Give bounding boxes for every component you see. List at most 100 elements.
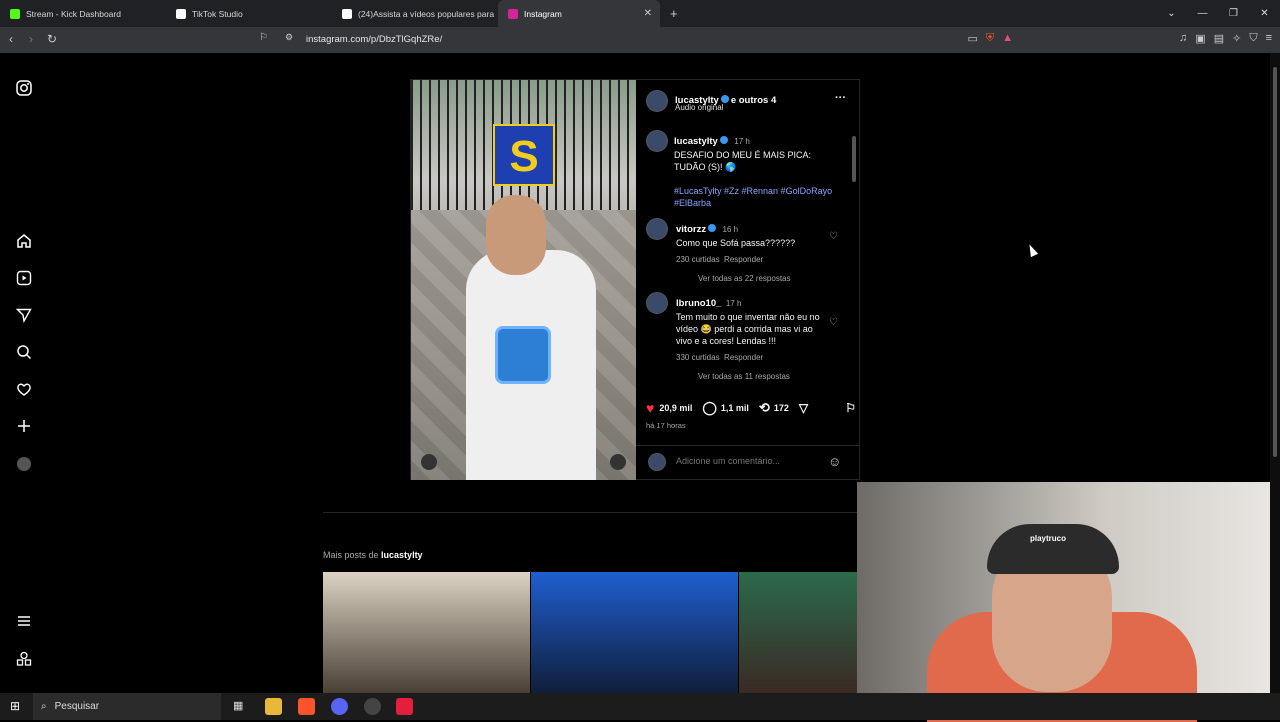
view-replies[interactable]: Ver todas as 22 respostas: [676, 274, 826, 283]
task-view-icon[interactable]: ▦: [233, 699, 243, 712]
more-posts-user[interactable]: lucastylty: [381, 550, 423, 560]
comments-count[interactable]: 1,1 mil: [721, 403, 749, 413]
person-head: [486, 195, 546, 275]
direct-messages-icon[interactable]: [13, 304, 35, 326]
comment-avatar[interactable]: [646, 292, 668, 314]
comment-username[interactable]: lbruno10_: [676, 298, 721, 309]
obs-icon[interactable]: [364, 698, 381, 715]
share-icon[interactable]: ▽: [799, 401, 808, 415]
post-modal: S lucastylty e outros 4 Áudio original ··…: [410, 79, 860, 480]
more-posts-grid: [323, 572, 857, 693]
menu-icon[interactable]: ≡: [1266, 32, 1272, 45]
vpn-icon[interactable]: ⛉: [1249, 32, 1257, 45]
grid-post[interactable]: [323, 572, 530, 693]
wallet-icon[interactable]: ▤: [1214, 32, 1224, 45]
caption-text: DESAFIO DO MEU É MAIS PICA: TUDÃO (S)! 🌎: [674, 150, 812, 172]
close-tab-icon[interactable]: ✕: [644, 8, 652, 19]
tab-tiktok-videos[interactable]: (24)Assista a vídeos populares para: [332, 0, 498, 27]
like-comment-icon[interactable]: ♡: [829, 231, 838, 242]
repost-icon[interactable]: ⟲: [759, 400, 770, 416]
page-scrollbar[interactable]: [1270, 53, 1280, 693]
tab-kick[interactable]: Stream - Kick Dashboard: [0, 0, 166, 27]
discord-icon[interactable]: [331, 698, 348, 715]
grid-post[interactable]: [739, 572, 857, 693]
instagram-logo-icon[interactable]: [13, 77, 35, 99]
chevron-down-icon[interactable]: ⌄: [1156, 8, 1187, 19]
reload-button[interactable]: ↻: [47, 32, 57, 46]
emoji-icon[interactable]: ☺: [828, 454, 841, 469]
comment-icon[interactable]: ◯: [702, 400, 717, 416]
home-icon[interactable]: [13, 230, 35, 252]
view-replies[interactable]: Ver todas as 11 respostas: [676, 372, 826, 381]
author-avatar[interactable]: [646, 90, 668, 112]
comments-scrollbar[interactable]: [850, 124, 858, 386]
tiktok-icon: [342, 8, 352, 19]
caption-avatar[interactable]: [646, 130, 668, 152]
leo-icon[interactable]: ✧: [1232, 32, 1241, 45]
minimize-button[interactable]: —: [1187, 8, 1218, 19]
close-window-button[interactable]: ✕: [1249, 8, 1280, 19]
caption: lucastylty 17 h DESAFIO DO MEU É MAIS PI…: [674, 131, 844, 209]
caption-hashtags[interactable]: #LucasTylty #Zz #Rennan #GolDoRayo #ElBa…: [674, 185, 844, 209]
instagram-icon: [508, 8, 518, 19]
likes-count[interactable]: 20,9 mil: [659, 403, 692, 413]
url-field[interactable]: instagram.com/p/DbzTlGqhZRe/: [306, 34, 442, 45]
also-from-meta-icon[interactable]: [13, 648, 35, 670]
site-info-icon[interactable]: ⚙: [285, 32, 293, 43]
comment-avatar[interactable]: [646, 218, 668, 240]
bookmark-icon[interactable]: ⚐: [259, 32, 268, 43]
like-heart-icon[interactable]: ♥: [646, 400, 654, 416]
cast-icon[interactable]: ▭: [968, 32, 978, 45]
overlay-portrait-image: [495, 326, 551, 384]
caption-username[interactable]: lucastylty: [674, 136, 718, 147]
comments-scroll-thumb[interactable]: [852, 136, 856, 182]
reel-video[interactable]: S: [411, 80, 636, 480]
start-windows-icon[interactable]: ⊞: [10, 699, 20, 713]
more-options-icon[interactable]: ···: [835, 92, 846, 104]
save-bookmark-icon[interactable]: ⚐: [845, 401, 856, 415]
tab-instagram[interactable]: Instagram ✕: [498, 0, 660, 27]
verified-icon: [720, 94, 729, 103]
forward-button[interactable]: ›: [29, 32, 33, 46]
comment-username[interactable]: vitorzz: [676, 224, 706, 235]
brave-shield-icon[interactable]: ⛨: [986, 32, 994, 45]
create-plus-icon[interactable]: [13, 415, 35, 437]
comment-likes[interactable]: 330 curtidas: [676, 353, 720, 362]
brave-browser-icon[interactable]: [298, 698, 315, 715]
back-button[interactable]: ‹: [9, 32, 13, 46]
app-icon[interactable]: [396, 698, 413, 715]
audio-label[interactable]: Áudio original: [675, 103, 723, 112]
profile-avatar[interactable]: [13, 453, 35, 475]
media-icon[interactable]: ♫: [1179, 32, 1187, 45]
reply-button[interactable]: Responder: [724, 353, 763, 362]
reels-icon[interactable]: [13, 267, 35, 289]
notifications-heart-icon[interactable]: [13, 378, 35, 400]
new-tab-button[interactable]: +: [670, 6, 678, 21]
sidebar-icon[interactable]: ▣: [1195, 32, 1205, 45]
grid-post[interactable]: [531, 572, 738, 693]
reposts-count[interactable]: 172: [774, 403, 789, 413]
reply-button[interactable]: Responder: [724, 255, 763, 264]
collab-others[interactable]: e outros 4: [731, 95, 776, 106]
comment-likes[interactable]: 230 curtidas: [676, 255, 720, 264]
toolbar-icons: ▭ ⛨ ▲ ♫ ▣ ▤ ✧ ⛉ ≡: [968, 32, 1273, 45]
post-header: lucastylty e outros 4 Áudio original ···: [646, 88, 856, 118]
restore-button[interactable]: ❐: [1218, 8, 1249, 19]
post-age: há 17 horas: [646, 421, 686, 430]
taskbar-search[interactable]: ⌕ Pesquisar: [33, 693, 221, 720]
streamer-cap: [987, 524, 1119, 574]
scrollbar-thumb[interactable]: [1273, 67, 1277, 457]
like-comment-icon[interactable]: ♡: [829, 317, 838, 328]
more-menu-icon[interactable]: [13, 610, 35, 632]
mute-icon[interactable]: [610, 454, 626, 470]
tab-bar: Stream - Kick Dashboard TikTok Studio (2…: [0, 0, 1280, 27]
file-explorer-icon[interactable]: [265, 698, 282, 715]
brave-rewards-icon[interactable]: ▲: [1002, 32, 1013, 45]
tagged-users-icon[interactable]: [421, 454, 437, 470]
tab-tiktok[interactable]: TikTok Studio: [166, 0, 332, 27]
verified-icon: [708, 223, 717, 232]
search-icon[interactable]: [13, 341, 35, 363]
comment-box: ☺: [636, 445, 860, 480]
comment-input[interactable]: [676, 456, 816, 466]
more-posts-heading: Mais posts de lucastylty: [323, 550, 423, 560]
